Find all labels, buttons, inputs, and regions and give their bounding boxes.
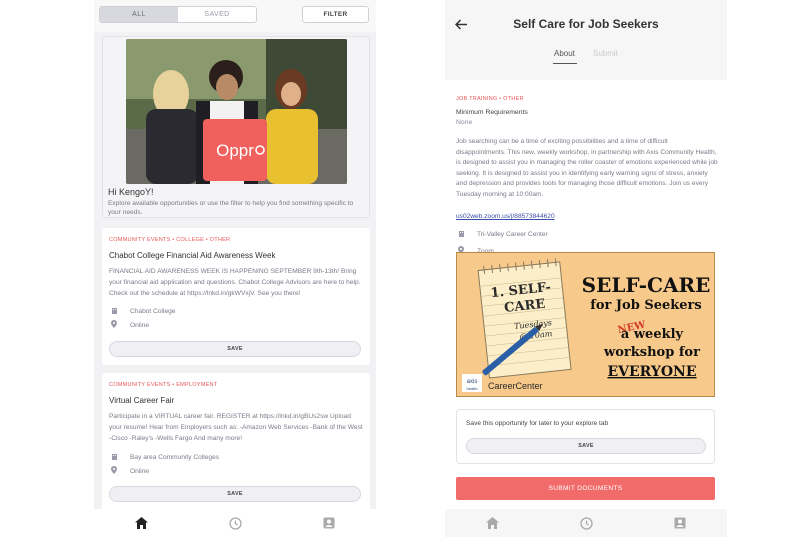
welcome-text: Explore available opportunities or use t…: [108, 200, 354, 216]
requirements-value: None: [456, 119, 473, 126]
organization-name: Chabot College: [130, 308, 176, 315]
hero-image: Oppr: [126, 39, 347, 184]
location-pin-icon: [109, 320, 119, 330]
organization-name: Tri-Valley Career Center: [477, 231, 548, 238]
profile-icon[interactable]: [319, 513, 339, 533]
segment-saved[interactable]: SAVED: [178, 7, 256, 22]
tab-submit[interactable]: Submit: [593, 49, 618, 58]
segment-control: ALL SAVED: [99, 6, 257, 23]
card-description: Participate in a VIRTUAL career fair. RE…: [109, 413, 363, 442]
oppr-logo-text: Oppr: [216, 141, 254, 160]
card-title[interactable]: Virtual Career Fair: [109, 396, 174, 405]
clock-icon[interactable]: [225, 513, 245, 533]
workshop-banner: 1. SELF- CARE Tuesdays @ 10am SELF-CARE …: [456, 252, 715, 397]
card-tags: COMMUNITY EVENTS • COLLEGE • OTHER: [109, 237, 231, 243]
profile-icon[interactable]: [670, 513, 690, 533]
explore-screen: ALL SAVED FILTER Oppr Hi KengoY! Explore…: [94, 0, 376, 537]
welcome-title: Hi KengoY!: [108, 187, 154, 197]
page-title: Self Care for Job Seekers: [513, 17, 659, 31]
building-icon: [109, 307, 119, 316]
card-organization: Bay area Community Colleges: [109, 453, 219, 462]
banner-sub-3: EVERYONE: [607, 364, 696, 380]
location-name: Online: [130, 321, 150, 329]
requirements-label: Minimum Requirements: [456, 109, 528, 116]
bottom-nav: [445, 509, 727, 537]
banner-sub-2: workshop for: [603, 345, 700, 360]
explore-topbar: ALL SAVED FILTER: [94, 0, 376, 32]
banner-headline: SELF-CARE: [582, 273, 711, 297]
building-icon: [109, 453, 119, 462]
save-button[interactable]: SAVE: [466, 438, 706, 454]
detail-header: Self Care for Job Seekers About Submit: [445, 0, 727, 80]
banner-sub-1: a weekly: [621, 327, 684, 342]
segment-all[interactable]: ALL: [100, 7, 178, 22]
career-center-logo: CareerCenter: [488, 381, 543, 391]
save-prompt-card: Save this opportunity for later to your …: [456, 409, 715, 464]
tab-indicator: [553, 63, 577, 64]
card-location: Online: [109, 320, 149, 330]
detail-body: JOB TRAINING • OTHER Minimum Requirement…: [456, 96, 718, 256]
banner-subheadline: for Job Seekers: [590, 298, 701, 313]
save-button[interactable]: SAVE: [109, 486, 361, 502]
tab-about[interactable]: About: [554, 49, 575, 58]
home-icon[interactable]: [482, 513, 502, 533]
building-icon: [456, 230, 466, 239]
organization-name: Bay area Community Colleges: [130, 454, 220, 461]
detail-screen: Self Care for Job Seekers About Submit J…: [445, 0, 727, 537]
opportunity-card[interactable]: COMMUNITY EVENTS • EMPLOYMENT Virtual Ca…: [102, 373, 370, 513]
save-button[interactable]: SAVE: [109, 341, 361, 357]
submit-documents-button[interactable]: SUBMIT DOCUMENTS: [456, 477, 715, 500]
axis-logo-sub: health: [467, 386, 478, 391]
card-title[interactable]: Chabot College Financial Aid Awareness W…: [109, 251, 275, 260]
zoom-link[interactable]: us02web.zoom.us/j/88573844620: [456, 213, 718, 220]
axis-logo: axis: [467, 379, 478, 385]
detail-tags: JOB TRAINING • OTHER: [456, 96, 524, 102]
card-location: Online: [109, 466, 149, 476]
opportunity-card[interactable]: COMMUNITY EVENTS • COLLEGE • OTHER Chabo…: [102, 228, 370, 365]
bottom-nav: [94, 509, 376, 537]
card-tags: COMMUNITY EVENTS • EMPLOYMENT: [109, 382, 218, 388]
home-icon[interactable]: [131, 513, 151, 533]
detail-organization: Tri-Valley Career Center: [456, 230, 718, 239]
save-prompt-text: Save this opportunity for later to your …: [466, 420, 609, 427]
card-organization: Chabot College: [109, 307, 175, 316]
filter-button[interactable]: FILTER: [302, 6, 369, 23]
card-description: FINANCIAL AID AWARENESS WEEK IS HAPPENIN…: [109, 268, 361, 297]
location-pin-icon: [109, 466, 119, 476]
location-name: Online: [130, 467, 150, 475]
clock-icon[interactable]: [576, 513, 596, 533]
detail-description: Job searching can be a time of exciting …: [456, 138, 718, 198]
welcome-card: Oppr Hi KengoY! Explore available opport…: [102, 36, 370, 218]
